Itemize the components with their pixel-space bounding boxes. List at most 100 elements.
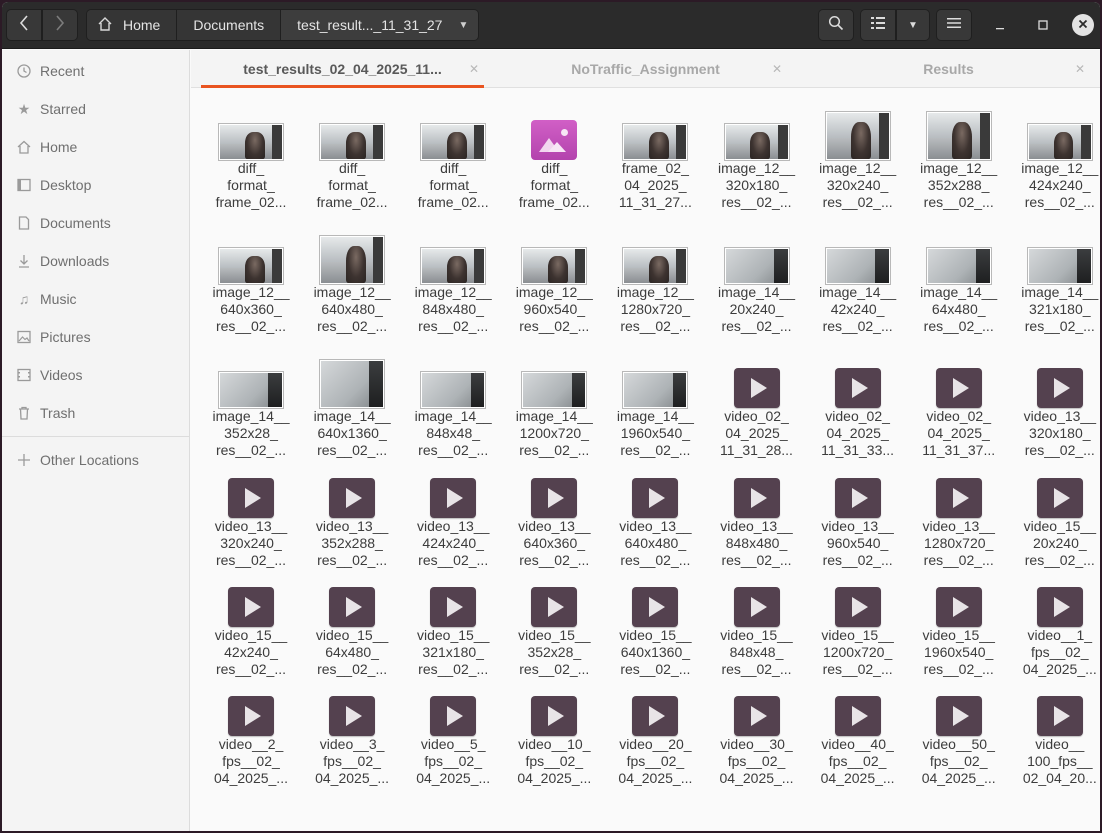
file-item[interactable]: video_02_ 04_2025_ 11_31_33... bbox=[808, 352, 908, 462]
file-item[interactable]: image_12__ 1280x720_ res__02_... bbox=[605, 228, 705, 338]
file-item[interactable]: video__50_ fps__02_ 04_2025_... bbox=[909, 680, 1009, 790]
file-thumbnail bbox=[1010, 104, 1100, 161]
tab-label: Results bbox=[923, 61, 974, 77]
file-thumbnail bbox=[504, 680, 604, 736]
file-item[interactable]: image_12__ 640x360_ res__02_... bbox=[201, 228, 301, 338]
file-item[interactable]: video_15__ 1960x540_ res__02_... bbox=[909, 571, 1009, 681]
sidebar-item-recent[interactable]: Recent bbox=[2, 52, 189, 90]
sidebar-item-trash[interactable]: Trash bbox=[2, 394, 189, 432]
sidebar-item-videos[interactable]: Videos bbox=[2, 356, 189, 394]
sidebar-item-other-locations[interactable]: Other Locations bbox=[2, 441, 189, 479]
file-item[interactable]: image_14__ 42x240_ res__02_... bbox=[808, 228, 908, 338]
file-name-line: res__02_... bbox=[418, 318, 489, 334]
file-item[interactable]: video_15__ 1200x720_ res__02_... bbox=[808, 571, 908, 681]
file-item[interactable]: video_02_ 04_2025_ 11_31_28... bbox=[707, 352, 807, 462]
file-item[interactable]: image_12__ 424x240_ res__02_... bbox=[1010, 104, 1100, 214]
file-item[interactable]: diff_ format_ frame_02... bbox=[201, 104, 301, 214]
file-thumbnail bbox=[1010, 680, 1100, 736]
tab-results[interactable]: Results ✕ bbox=[797, 50, 1100, 88]
play-icon bbox=[548, 488, 565, 508]
file-item[interactable]: video_13__ 424x240_ res__02_... bbox=[403, 462, 503, 572]
file-item[interactable]: video_15__ 640x1360_ res__02_... bbox=[605, 571, 705, 681]
file-name-line: video_15__ bbox=[619, 627, 692, 643]
file-item[interactable]: diff_ format_ frame_02... bbox=[403, 104, 503, 214]
file-item[interactable]: video_13__ 640x480_ res__02_... bbox=[605, 462, 705, 572]
file-item[interactable]: video_13__ 320x240_ res__02_... bbox=[201, 462, 301, 572]
file-name-line: video__ bbox=[1035, 736, 1085, 752]
file-item[interactable]: image_12__ 320x240_ res__02_... bbox=[808, 104, 908, 214]
breadcrumb-documents[interactable]: Documents bbox=[177, 10, 282, 40]
file-item[interactable]: video_15__ 42x240_ res__02_... bbox=[201, 571, 301, 681]
file-item[interactable]: image_12__ 960x540_ res__02_... bbox=[504, 228, 604, 338]
back-button[interactable] bbox=[6, 9, 42, 41]
forward-button[interactable] bbox=[42, 9, 78, 41]
file-item[interactable]: video__5_ fps__02_ 04_2025_... bbox=[403, 680, 503, 790]
file-item[interactable]: diff_ format_ frame_02... bbox=[504, 104, 604, 214]
file-item[interactable]: video__3_ fps__02_ 04_2025_... bbox=[302, 680, 402, 790]
file-item[interactable]: image_14__ 64x480_ res__02_... bbox=[909, 228, 1009, 338]
close-icon[interactable]: ✕ bbox=[772, 62, 782, 76]
file-item[interactable]: image_14__ 321x180_ res__02_... bbox=[1010, 228, 1100, 338]
maximize-button[interactable] bbox=[1032, 14, 1054, 36]
file-name-line: video_02_ bbox=[724, 408, 789, 424]
file-name-line: 424x240_ bbox=[1029, 177, 1091, 193]
tab-notraffic-assignment[interactable]: NoTraffic_Assignment ✕ bbox=[494, 50, 797, 88]
file-item[interactable]: image_12__ 320x180_ res__02_... bbox=[707, 104, 807, 214]
file-item[interactable]: video_15__ 321x180_ res__02_... bbox=[403, 571, 503, 681]
file-item[interactable]: image_14__ 1200x720_ res__02_... bbox=[504, 352, 604, 462]
minimize-button[interactable] bbox=[989, 14, 1011, 36]
sidebar-item-home[interactable]: Home bbox=[2, 128, 189, 166]
file-thumbnail bbox=[201, 571, 301, 627]
sidebar-item-music[interactable]: ♫ Music bbox=[2, 280, 189, 318]
file-name-line: 640x480_ bbox=[321, 301, 383, 317]
file-item[interactable]: image_14__ 352x28_ res__02_... bbox=[201, 352, 301, 462]
close-button[interactable] bbox=[1072, 14, 1094, 36]
file-item[interactable]: diff_ format_ frame_02... bbox=[302, 104, 402, 214]
file-item[interactable]: video_15__ 20x240_ res__02_... bbox=[1010, 462, 1100, 572]
sidebar-item-pictures[interactable]: Pictures bbox=[2, 318, 189, 356]
file-name-line: 64x480_ bbox=[325, 644, 379, 660]
file-name: image_14__ 1960x540_ res__02_... bbox=[605, 408, 705, 459]
file-item[interactable]: video__1_ fps__02_ 04_2025_... bbox=[1010, 571, 1100, 681]
file-item[interactable]: image_12__ 848x480_ res__02_... bbox=[403, 228, 503, 338]
file-thumbnail bbox=[1010, 571, 1100, 627]
file-item[interactable]: image_14__ 20x240_ res__02_... bbox=[707, 228, 807, 338]
file-item[interactable]: video_15__ 848x48_ res__02_... bbox=[707, 571, 807, 681]
file-item[interactable]: video__40_ fps__02_ 04_2025_... bbox=[808, 680, 908, 790]
file-item[interactable]: video__30_ fps__02_ 04_2025_... bbox=[707, 680, 807, 790]
file-item[interactable]: video__20_ fps__02_ 04_2025_... bbox=[605, 680, 705, 790]
file-item[interactable]: video__ 100_fps__ 02_04_20... bbox=[1010, 680, 1100, 790]
tab-test-results[interactable]: test_results_02_04_2025_11... ✕ bbox=[191, 50, 494, 88]
file-item[interactable]: video_13__ 848x480_ res__02_... bbox=[707, 462, 807, 572]
search-button[interactable] bbox=[818, 9, 854, 41]
sidebar-item-documents[interactable]: Documents bbox=[2, 204, 189, 242]
file-item[interactable]: video_02_ 04_2025_ 11_31_37... bbox=[909, 352, 1009, 462]
file-item[interactable]: image_14__ 1960x540_ res__02_... bbox=[605, 352, 705, 462]
file-item[interactable]: video__10_ fps__02_ 04_2025_... bbox=[504, 680, 604, 790]
close-icon[interactable]: ✕ bbox=[469, 62, 479, 76]
view-toggle-button[interactable] bbox=[860, 9, 896, 41]
file-item[interactable]: video__2_ fps__02_ 04_2025_... bbox=[201, 680, 301, 790]
file-item[interactable]: video_13__ 640x360_ res__02_... bbox=[504, 462, 604, 572]
file-item[interactable]: frame_02_ 04_2025_ 11_31_27... bbox=[605, 104, 705, 214]
file-item[interactable]: video_15__ 64x480_ res__02_... bbox=[302, 571, 402, 681]
breadcrumb-home[interactable]: Home bbox=[87, 10, 178, 40]
view-options-button[interactable]: ▼ bbox=[896, 9, 930, 41]
file-item[interactable]: video_15__ 352x28_ res__02_... bbox=[504, 571, 604, 681]
file-name-line: image_12__ bbox=[717, 160, 796, 176]
file-item[interactable]: video_13__ 320x180_ res__02_... bbox=[1010, 352, 1100, 462]
sidebar-item-downloads[interactable]: Downloads bbox=[2, 242, 189, 280]
file-name-line: 04_2025_... bbox=[921, 770, 996, 786]
main-menu-button[interactable] bbox=[936, 9, 972, 41]
file-item[interactable]: image_14__ 640x1360_ res__02_... bbox=[302, 352, 402, 462]
file-item[interactable]: image_12__ 352x288_ res__02_... bbox=[909, 104, 1009, 214]
close-icon[interactable]: ✕ bbox=[1075, 62, 1085, 76]
file-item[interactable]: video_13__ 1280x720_ res__02_... bbox=[909, 462, 1009, 572]
file-item[interactable]: image_14__ 848x48_ res__02_... bbox=[403, 352, 503, 462]
breadcrumb-current[interactable]: test_result..._11_31_27 ▼ bbox=[281, 10, 479, 40]
file-item[interactable]: video_13__ 960x540_ res__02_... bbox=[808, 462, 908, 572]
file-item[interactable]: video_13__ 352x288_ res__02_... bbox=[302, 462, 402, 572]
sidebar-item-desktop[interactable]: Desktop bbox=[2, 166, 189, 204]
file-item[interactable]: image_12__ 640x480_ res__02_... bbox=[302, 228, 402, 338]
sidebar-item-starred[interactable]: ★ Starred bbox=[2, 90, 189, 128]
